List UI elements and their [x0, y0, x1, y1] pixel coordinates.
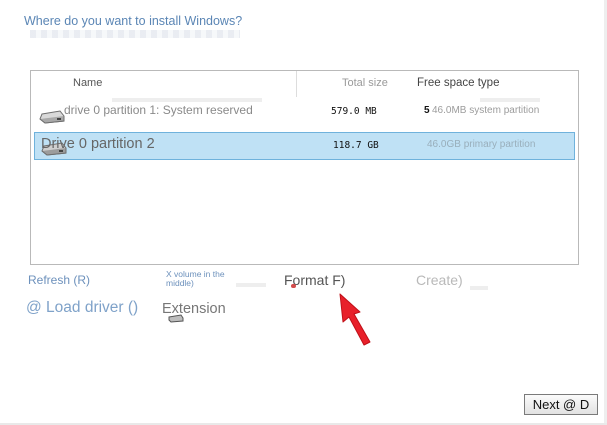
blurred-overlay	[236, 283, 266, 287]
refresh-link[interactable]: Refresh (R)	[28, 273, 90, 287]
partition-name: Drive 0 partition 2	[41, 136, 155, 152]
column-header-free-space-type[interactable]: Free space type	[417, 77, 499, 89]
hard-drive-icon	[39, 110, 65, 124]
red-arrow-pointer-icon	[339, 293, 371, 346]
partition-name: drive 0 partition 1: System reserved	[64, 103, 253, 117]
partition-free-space-type: 46.0MB system partition	[432, 105, 540, 116]
blurred-overlay	[480, 98, 540, 102]
column-header-total-size[interactable]: Total size	[342, 77, 388, 89]
next-button[interactable]: Next @ D	[524, 394, 598, 415]
blurred-subtitle	[30, 30, 240, 38]
delete-volume-link[interactable]: X volume in the middle)	[166, 270, 244, 288]
partition-row-drive-0-partition-2[interactable]: Drive 0 partition 2 118.7 GB 46.0GB prim…	[34, 132, 575, 160]
load-driver-link[interactable]: @ Load driver ()	[26, 299, 138, 317]
partition-table: Name Total size Free space type drive 0 …	[30, 70, 579, 265]
create-link[interactable]: Create)	[416, 272, 463, 288]
format-icon	[291, 284, 296, 288]
blurred-overlay	[112, 98, 262, 102]
partition-row-system-reserved[interactable]: drive 0 partition 1: System reserved 579…	[34, 97, 575, 125]
partition-free-space-type: 46.0GB primary partition	[427, 139, 536, 150]
page-title: Where do you want to install Windows?	[24, 14, 243, 28]
partition-total-size: 118.7 GB	[333, 140, 379, 151]
partition-total-size: 579.0 MB	[331, 106, 377, 117]
column-header-name[interactable]: Name	[73, 77, 102, 89]
column-separator	[296, 71, 297, 97]
partition-free-prefix: 5	[424, 105, 430, 116]
blurred-overlay	[470, 286, 488, 290]
extend-drive-icon	[168, 314, 184, 323]
